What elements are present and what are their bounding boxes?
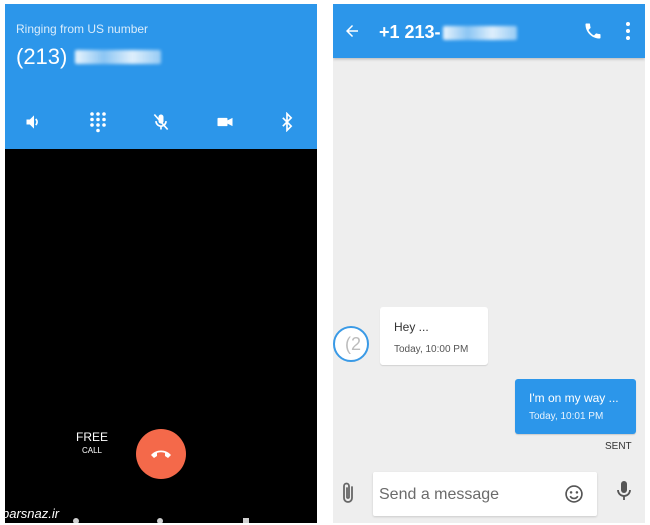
- message-time: Today, 10:00 PM: [394, 344, 469, 355]
- message-time: Today, 10:01 PM: [529, 411, 604, 422]
- dialpad-icon[interactable]: [86, 110, 110, 134]
- bluetooth-icon[interactable]: [275, 110, 299, 134]
- free-call-label: FREE CALL: [67, 430, 117, 455]
- more-options-icon[interactable]: [625, 21, 633, 41]
- conversation-title: +1 213-: [379, 22, 517, 43]
- message-status-label: SENT: [605, 441, 632, 452]
- nav-recents-icon[interactable]: [243, 518, 249, 523]
- message-input[interactable]: [377, 480, 561, 510]
- messaging-screen: +1 213- (2 Hey ... Today, 10:00 PM I'm o…: [333, 4, 645, 523]
- redacted-number: [75, 50, 162, 64]
- call-header: Ringing from US number (213): [5, 4, 317, 149]
- call-text: CALL: [81, 446, 102, 455]
- watermark-text: parsnaz.ir: [2, 506, 60, 521]
- back-arrow-icon[interactable]: [341, 20, 363, 42]
- video-icon[interactable]: [213, 110, 237, 134]
- hang-up-icon: [151, 450, 171, 458]
- call-controls: [5, 110, 317, 134]
- call-screen: Ringing from US number (213) FREE CALL: [5, 4, 317, 523]
- redacted-number: [442, 25, 517, 40]
- conversation-number-prefix: +1 213-: [379, 22, 441, 42]
- compose-box: [373, 472, 597, 516]
- nav-home-icon[interactable]: [157, 518, 163, 523]
- free-text: FREE: [75, 430, 108, 444]
- message-text: Hey ...: [394, 320, 429, 334]
- message-text: I'm on my way ...: [529, 391, 619, 405]
- contact-avatar[interactable]: (2: [333, 326, 369, 362]
- app-bar: +1 213-: [333, 4, 645, 58]
- caller-number-prefix: (213): [16, 44, 68, 69]
- phone-icon[interactable]: [583, 21, 603, 41]
- caller-number: (213): [16, 44, 162, 70]
- speaker-icon[interactable]: [22, 110, 46, 134]
- mute-mic-icon[interactable]: [149, 110, 173, 134]
- screenshot-page: Ringing from US number (213) FREE CALL p…: [0, 0, 650, 525]
- attach-icon[interactable]: [339, 481, 359, 505]
- outgoing-message-bubble[interactable]: I'm on my way ... Today, 10:01 PM: [515, 379, 636, 434]
- incoming-message-bubble[interactable]: Hey ... Today, 10:00 PM: [380, 307, 488, 365]
- emoji-icon[interactable]: [564, 484, 584, 504]
- end-call-button[interactable]: [136, 429, 186, 479]
- mic-icon[interactable]: [616, 479, 632, 503]
- call-status-text: Ringing from US number: [16, 22, 149, 36]
- nav-back-icon[interactable]: [73, 518, 79, 523]
